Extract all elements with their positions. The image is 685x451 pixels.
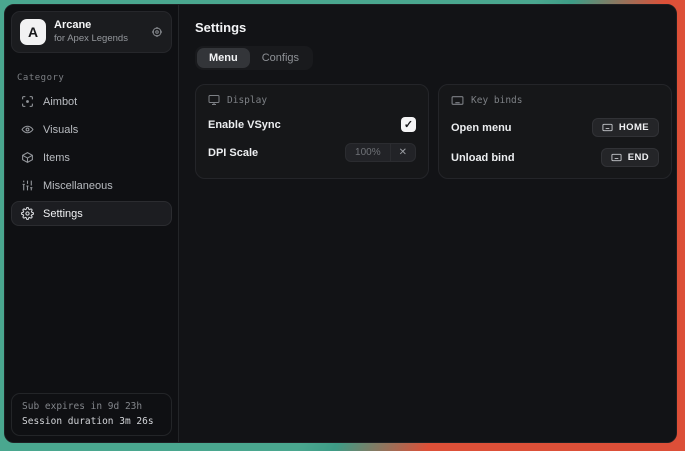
vsync-label: Enable VSync [208, 119, 281, 131]
sidebar-item-visuals[interactable]: Visuals [11, 117, 172, 142]
sub-expiry-text: Sub expires in 9d 23h [22, 401, 161, 412]
sidebar-item-label: Aimbot [43, 96, 77, 108]
vsync-row: Enable VSync ✓ [208, 117, 416, 132]
tab-configs[interactable]: Configs [250, 48, 311, 68]
settings-cards: Display Enable VSync ✓ DPI Scale 100% ✕ [195, 84, 672, 179]
app-name: Arcane [54, 19, 143, 33]
brand-text: Arcane for Apex Legends [54, 19, 143, 45]
app-logo: A [20, 19, 46, 45]
clear-dpi-button[interactable]: ✕ [390, 144, 415, 161]
open-menu-row: Open menu HOME [451, 118, 659, 137]
keyboard-icon [602, 122, 613, 133]
dpi-scale-field: 100% ✕ [345, 143, 416, 162]
monitor-icon [208, 94, 220, 106]
tab-bar: Menu Configs [195, 46, 313, 70]
keybinds-card-header: Key binds [451, 94, 659, 107]
sidebar-item-label: Miscellaneous [43, 180, 113, 192]
sidebar-item-miscellaneous[interactable]: Miscellaneous [11, 173, 172, 198]
main-content: Settings Menu Configs Display Enable VSy… [179, 5, 677, 442]
category-label: Category [17, 73, 166, 83]
sliders-icon [21, 179, 34, 192]
display-card: Display Enable VSync ✓ DPI Scale 100% ✕ [195, 84, 429, 179]
app-window: A Arcane for Apex Legends Category [4, 4, 677, 443]
tab-menu[interactable]: Menu [197, 48, 250, 68]
page-title: Settings [195, 20, 672, 35]
sidebar-item-settings[interactable]: Settings [11, 201, 172, 226]
display-card-title: Display [227, 95, 267, 106]
keyboard-icon [451, 94, 464, 107]
crosshair-icon [21, 95, 34, 108]
open-menu-label: Open menu [451, 122, 512, 134]
sidebar-nav: Aimbot Visuals Items [5, 89, 178, 226]
keyboard-icon [611, 152, 622, 163]
target-icon[interactable] [151, 26, 163, 38]
sidebar-item-aimbot[interactable]: Aimbot [11, 89, 172, 114]
close-icon: ✕ [399, 147, 407, 158]
dpi-row: DPI Scale 100% ✕ [208, 143, 416, 162]
unload-bind-row: Unload bind END [451, 148, 659, 167]
sidebar-item-label: Visuals [43, 124, 78, 136]
sidebar-item-label: Settings [43, 208, 83, 220]
sidebar: A Arcane for Apex Legends Category [5, 5, 179, 442]
sidebar-item-label: Items [43, 152, 70, 164]
app-logo-letter: A [28, 24, 38, 40]
box-icon [21, 151, 34, 164]
keybinds-card: Key binds Open menu HOME [438, 84, 672, 179]
dpi-label: DPI Scale [208, 147, 258, 159]
open-menu-key: HOME [619, 122, 649, 133]
open-menu-bind-button[interactable]: HOME [592, 118, 659, 137]
subscription-info-box: Sub expires in 9d 23h Session duration 3… [11, 393, 172, 436]
dpi-scale-input[interactable]: 100% [346, 144, 390, 161]
vsync-checkbox[interactable]: ✓ [401, 117, 416, 132]
session-duration-text: Session duration 3m 26s [22, 416, 161, 427]
gear-icon [21, 207, 34, 220]
brand-card[interactable]: A Arcane for Apex Legends [11, 11, 172, 53]
unload-bind-label: Unload bind [451, 152, 515, 164]
sidebar-item-items[interactable]: Items [11, 145, 172, 170]
check-icon: ✓ [404, 118, 413, 131]
unload-bind-button[interactable]: END [601, 148, 659, 167]
app-subtitle: for Apex Legends [54, 33, 143, 45]
sidebar-spacer [5, 226, 178, 387]
keybinds-card-title: Key binds [471, 95, 522, 106]
display-card-header: Display [208, 94, 416, 106]
unload-bind-key: END [628, 152, 649, 163]
eye-icon [21, 123, 34, 136]
